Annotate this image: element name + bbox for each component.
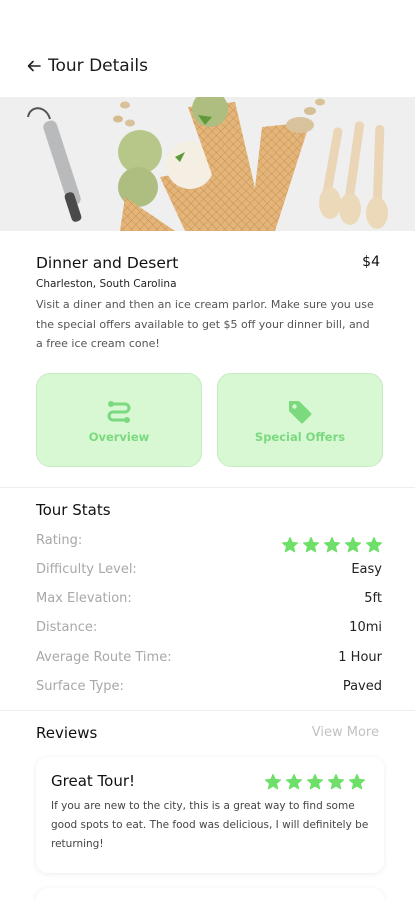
special-offers-label: Special Offers [254, 430, 346, 444]
distance-value: 10mi [349, 620, 382, 635]
tour-name: Dinner and Desert [36, 254, 179, 272]
tag-icon [286, 398, 314, 426]
route-time-value: 1 Hour [338, 650, 382, 665]
star-icon [323, 536, 341, 553]
arrow-left-icon[interactable] [26, 58, 42, 74]
surface-type-value: Paved [342, 679, 382, 694]
surface-type-label: Surface Type: [36, 679, 124, 694]
rating-label: Rating: [36, 533, 83, 548]
star-icon [365, 536, 383, 553]
star-icon [327, 773, 345, 790]
distance-label: Distance: [36, 620, 98, 635]
star-icon [348, 773, 366, 790]
tour-price: $4 [362, 254, 380, 270]
tour-hero-image [0, 97, 415, 231]
page-header: Tour Details [26, 52, 148, 80]
star-icon [264, 773, 282, 790]
tour-stats-title: Tour Stats [36, 501, 111, 519]
view-more-link[interactable]: View More [312, 725, 379, 740]
review-title: Great Tour! [51, 772, 136, 790]
review-body: If you are new to the city, this is a gr… [51, 800, 369, 850]
review-card: Great Tour! If you are new to the city, … [36, 757, 384, 873]
overview-button[interactable]: Overview [36, 373, 202, 467]
star-icon [344, 536, 362, 553]
divider [0, 487, 415, 488]
difficulty-value: Easy [351, 562, 382, 577]
route-icon [105, 398, 133, 426]
star-icon [302, 536, 320, 553]
rating-stars [281, 536, 383, 554]
divider [0, 710, 415, 711]
tour-description: Visit a diner and then an ice cream parl… [36, 298, 374, 350]
overview-label: Overview [88, 430, 150, 444]
route-time-label: Average Route Time: [36, 650, 172, 665]
max-elevation-value: 5ft [364, 591, 382, 606]
star-icon [285, 773, 303, 790]
review-card [36, 888, 384, 900]
difficulty-label: Difficulty Level: [36, 562, 137, 577]
tour-location: Charleston, South Carolina [36, 278, 177, 290]
reviews-title: Reviews [36, 724, 98, 742]
review-rating-stars [264, 773, 366, 791]
page-title: Tour Details [48, 56, 148, 76]
max-elevation-label: Max Elevation: [36, 591, 132, 606]
star-icon [306, 773, 324, 790]
star-icon [281, 536, 299, 553]
special-offers-button[interactable]: Special Offers [217, 373, 383, 467]
